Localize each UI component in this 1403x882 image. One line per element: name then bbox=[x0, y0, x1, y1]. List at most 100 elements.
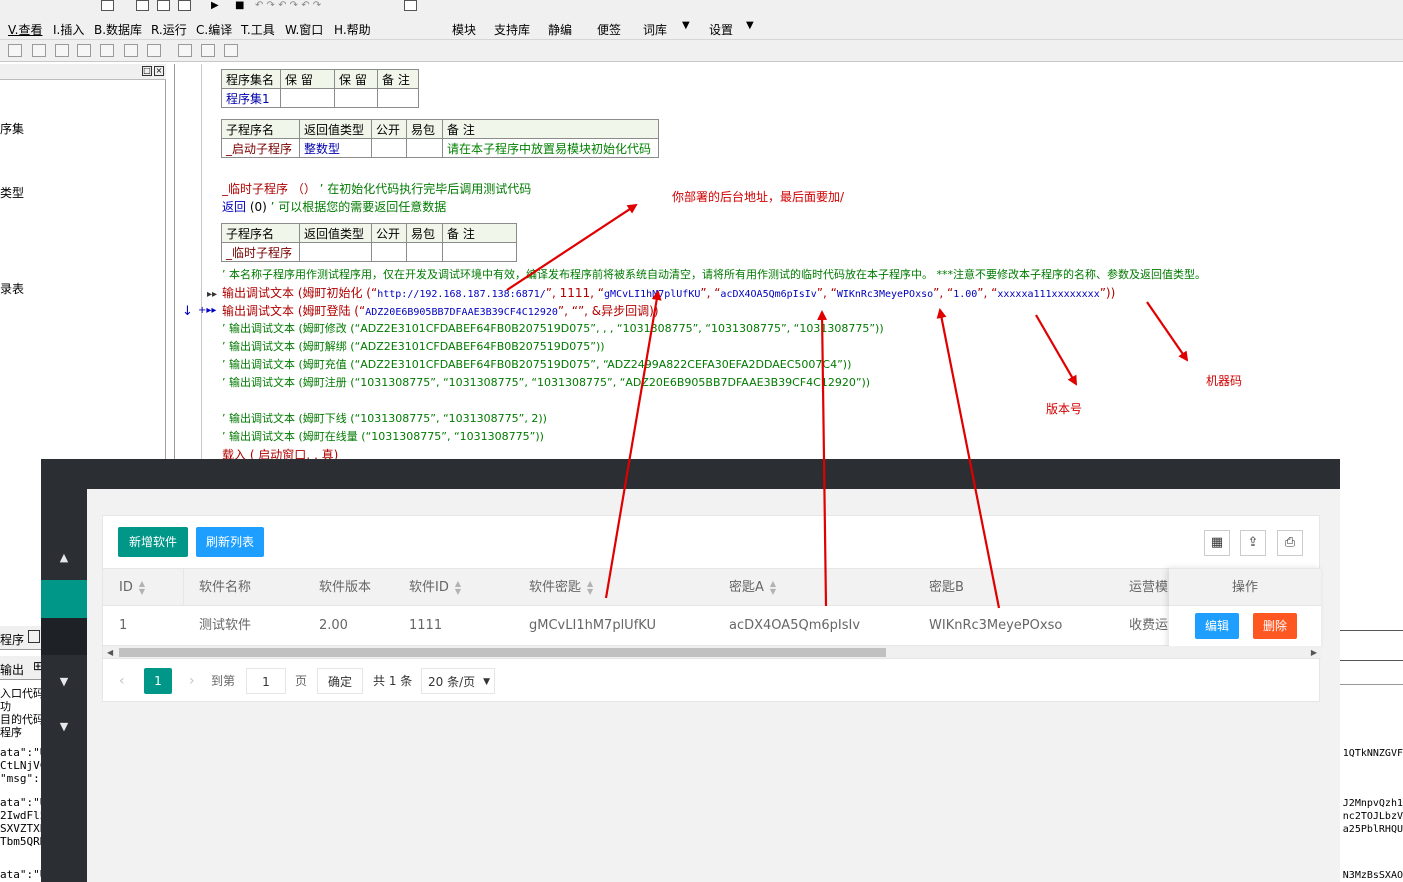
chevron-down-icon[interactable]: ▼ bbox=[41, 675, 87, 688]
horizontal-scrollbar[interactable]: ◀ ▶ bbox=[103, 646, 1321, 659]
tree-item-types[interactable]: 类型 bbox=[0, 184, 24, 201]
sort-icon[interactable]: ▲ ▼ bbox=[139, 579, 145, 596]
code-line-login[interactable]: 输出调试文本 (姆町登陆 (“ADZ20E6B905BB7DFAAE3B39CF… bbox=[222, 303, 659, 321]
print-icon[interactable]: ⎙ bbox=[1277, 530, 1303, 556]
align-icon-2[interactable] bbox=[32, 44, 46, 57]
align-icon-3[interactable] bbox=[55, 44, 69, 57]
breakpoint-arrow-icon[interactable]: ↓ bbox=[182, 304, 193, 319]
chevron-down-icon[interactable]: ▼ bbox=[746, 20, 754, 31]
code-line-tmp-sub[interactable]: _临时子程序 （） ’ 在初始化代码执行完毕后调用测试代码 bbox=[222, 181, 531, 197]
expand-icon[interactable]: ▸▸ bbox=[207, 289, 217, 300]
space-icon-2[interactable] bbox=[201, 44, 215, 57]
tree-item-program-set[interactable]: 序集 bbox=[0, 120, 24, 137]
menu-window[interactable]: W.窗口 bbox=[285, 21, 323, 38]
align-icon-4[interactable] bbox=[77, 44, 91, 57]
delete-button[interactable]: 删除 bbox=[1253, 613, 1297, 639]
code-comment-main[interactable]: ’ 本名称子程序用作测试程序用，仅在开发及调试环境中有效，编译发布程序前将被系统… bbox=[222, 267, 1206, 283]
layout-icon-3[interactable] bbox=[178, 0, 191, 11]
export-icon[interactable]: ⇪ bbox=[1240, 530, 1266, 556]
tab-notes[interactable]: 便签 bbox=[597, 21, 621, 38]
sort-icon[interactable]: ▲ ▼ bbox=[455, 579, 461, 596]
layout-icon-2[interactable] bbox=[157, 0, 170, 11]
menu-database[interactable]: B.数据库 bbox=[94, 21, 142, 38]
menu-run[interactable]: R.运行 bbox=[151, 21, 187, 38]
next-page-icon[interactable]: › bbox=[189, 668, 195, 694]
col-key-b[interactable]: 密匙B bbox=[929, 569, 964, 607]
chevron-down-icon[interactable]: ▼ bbox=[41, 720, 87, 733]
table-cell[interactable] bbox=[371, 138, 407, 158]
code-line-online[interactable]: ’ 输出调试文本 (姆町在线量 (“1031308775”, “10313087… bbox=[222, 429, 544, 445]
stop-icon[interactable]: ■ bbox=[235, 0, 244, 11]
table-cell[interactable] bbox=[442, 242, 517, 262]
scrollbar-thumb[interactable] bbox=[119, 648, 886, 657]
align-icon-1[interactable] bbox=[8, 44, 22, 57]
col-key-a[interactable]: 密匙A ▲ ▼ bbox=[729, 569, 776, 607]
align-icon-6[interactable] bbox=[124, 44, 138, 57]
refresh-list-button[interactable]: 刷新列表 bbox=[196, 527, 264, 557]
help-icon[interactable] bbox=[404, 0, 417, 11]
space-icon-3[interactable] bbox=[224, 44, 238, 57]
table-cell[interactable] bbox=[371, 242, 407, 262]
col-id[interactable]: ID ▲ ▼ bbox=[119, 569, 145, 607]
code-line-return[interactable]: 返回 (0) ’ 可以根据您的需要返回任意数据 bbox=[222, 199, 446, 215]
scroll-left-icon[interactable]: ◀ bbox=[107, 646, 113, 659]
menu-help[interactable]: H.帮助 bbox=[334, 21, 371, 38]
sub-remark[interactable]: 请在本子程序中放置易模块初始化代码 bbox=[442, 138, 659, 158]
expand-icon[interactable]: +▸▸ bbox=[198, 305, 216, 316]
tab-program[interactable]: 程序 bbox=[0, 631, 24, 648]
run-icon[interactable]: ▶ bbox=[211, 0, 219, 11]
col-mode[interactable]: 运营模 bbox=[1129, 569, 1168, 607]
tree-item-tables[interactable]: 录表 bbox=[0, 280, 24, 297]
sort-icon[interactable]: ▲ ▼ bbox=[587, 579, 593, 596]
menu-insert[interactable]: I.插入 bbox=[53, 21, 84, 38]
page-current[interactable]: 1 bbox=[144, 668, 172, 694]
code-line-init[interactable]: 输出调试文本 (姆町初始化 (“http://192.168.187.138:6… bbox=[222, 285, 1115, 303]
tab-support-lib[interactable]: 支持库 bbox=[494, 21, 530, 38]
table-cell[interactable] bbox=[406, 242, 443, 262]
tab-settings[interactable]: 设置 bbox=[709, 21, 733, 38]
step-icons[interactable]: ↶ ↷ ↶ ↷ ↶ ↷ bbox=[255, 0, 321, 11]
add-software-button[interactable]: 新增软件 bbox=[118, 527, 188, 557]
table-cell[interactable] bbox=[377, 88, 419, 108]
col-key[interactable]: 软件密匙 ▲ ▼ bbox=[529, 569, 593, 607]
code-line-offline[interactable]: ’ 输出调试文本 (姆町下线 (“1031308775”, “103130877… bbox=[222, 411, 547, 427]
align-icon-5[interactable] bbox=[100, 44, 114, 57]
columns-icon[interactable]: ▦ bbox=[1204, 530, 1230, 556]
find-icon[interactable] bbox=[101, 0, 114, 11]
code-line-register[interactable]: ’ 输出调试文本 (姆町注册 (“1031308775”, “103130877… bbox=[222, 375, 870, 391]
menu-compile[interactable]: C.编译 bbox=[196, 21, 232, 38]
scroll-right-icon[interactable]: ▶ bbox=[1311, 646, 1317, 659]
align-icon-7[interactable] bbox=[147, 44, 161, 57]
page-input[interactable]: 1 bbox=[246, 668, 286, 694]
tab-module[interactable]: 模块 bbox=[452, 21, 476, 38]
code-line-modify[interactable]: ’ 输出调试文本 (姆町修改 (“ADZ2E3101CFDABEF64FB0B2… bbox=[222, 321, 884, 337]
sidebar-item[interactable] bbox=[41, 618, 87, 655]
tab-static[interactable]: 静编 bbox=[548, 21, 572, 38]
menu-tools[interactable]: T.工具 bbox=[241, 21, 275, 38]
splitter[interactable] bbox=[174, 64, 175, 464]
table-cell[interactable] bbox=[299, 242, 372, 262]
col-name[interactable]: 软件名称 bbox=[199, 569, 251, 607]
sub-name[interactable]: _临时子程序 bbox=[221, 242, 300, 262]
table-cell[interactable] bbox=[406, 138, 443, 158]
close-icon[interactable]: × bbox=[154, 66, 164, 76]
table-cell[interactable] bbox=[334, 88, 378, 108]
page-size-select[interactable]: 20 条/页 ▼ bbox=[421, 668, 495, 694]
space-icon-1[interactable] bbox=[178, 44, 192, 57]
tab-output[interactable]: 输出 bbox=[0, 661, 24, 678]
chevron-up-icon[interactable]: ▲ bbox=[41, 551, 87, 564]
col-version[interactable]: 软件版本 bbox=[319, 569, 371, 607]
sort-icon[interactable]: ▲ ▼ bbox=[770, 579, 776, 596]
sub-name[interactable]: _启动子程序 bbox=[221, 138, 300, 158]
tab-icon[interactable] bbox=[28, 630, 40, 643]
return-type[interactable]: 整数型 bbox=[299, 138, 372, 158]
sidebar-item-active[interactable] bbox=[41, 580, 87, 618]
menu-view[interactable]: V.查看 bbox=[8, 21, 42, 38]
table-row[interactable]: 1 测试软件 2.00 1111 gMCvLI1hM7plUfKU acDX4O… bbox=[103, 606, 1321, 646]
col-software-id[interactable]: 软件ID ▲ ▼ bbox=[409, 569, 461, 607]
layout-icon-1[interactable] bbox=[136, 0, 149, 11]
chevron-down-icon[interactable]: ▼ bbox=[682, 20, 690, 31]
code-line-unbind[interactable]: ’ 输出调试文本 (姆町解绑 (“ADZ2E3101CFDABEF64FB0B2… bbox=[222, 339, 605, 355]
code-line-recharge[interactable]: ’ 输出调试文本 (姆町充值 (“ADZ2E3101CFDABEF64FB0B2… bbox=[222, 357, 851, 373]
program-set-name[interactable]: 程序集1 bbox=[221, 88, 281, 108]
